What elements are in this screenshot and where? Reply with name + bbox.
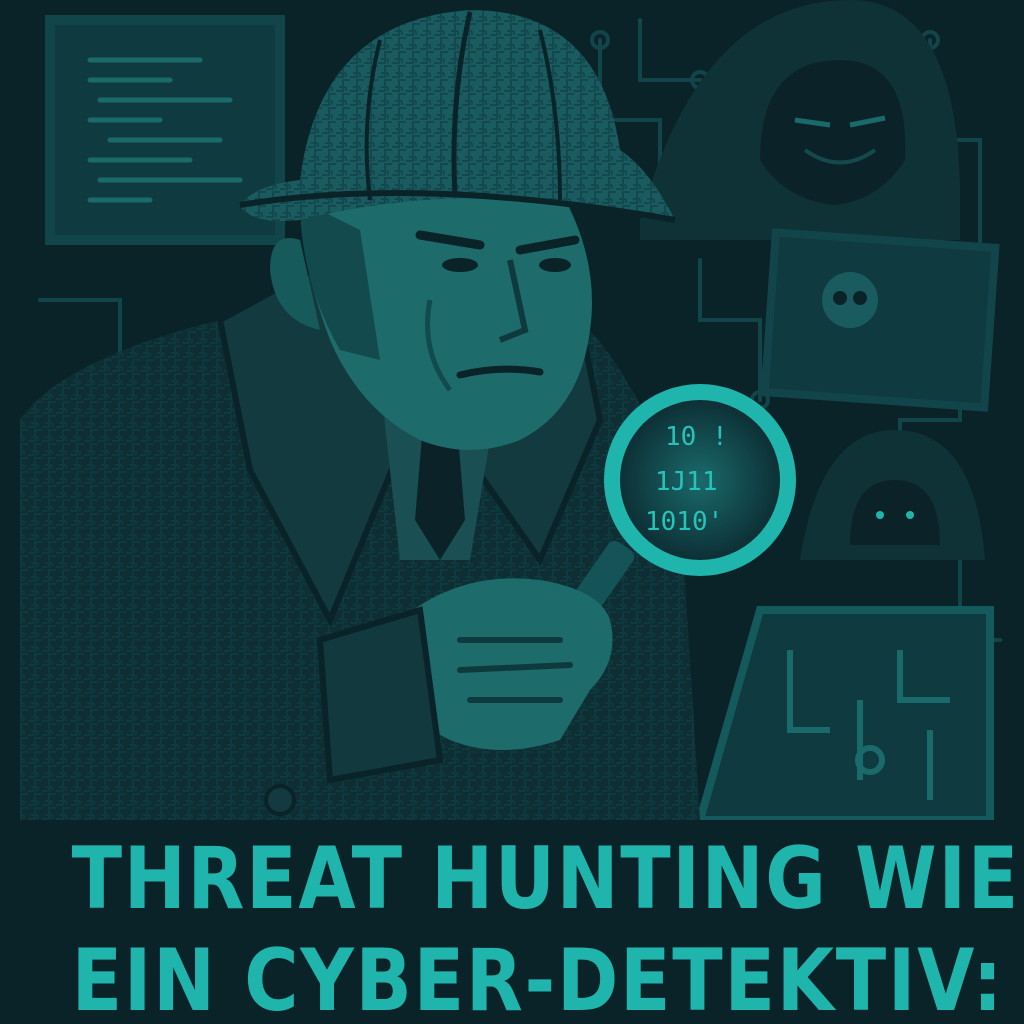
skull-monitor	[760, 228, 1000, 412]
headline-line-2: EIN CYBER-DETEKTIV:	[71, 931, 1005, 1024]
lens-binary-line-3: 1010'	[645, 507, 723, 537]
lens-binary-line-1: 10 !	[665, 422, 728, 452]
headline-line-1: THREAT HUNTING WIE	[71, 829, 1020, 929]
poster: 10 ! 1J11 1010' THREAT HUNTING WIE EIN C…	[0, 0, 1024, 1024]
lens-binary-line-2: 1J11	[655, 467, 718, 497]
